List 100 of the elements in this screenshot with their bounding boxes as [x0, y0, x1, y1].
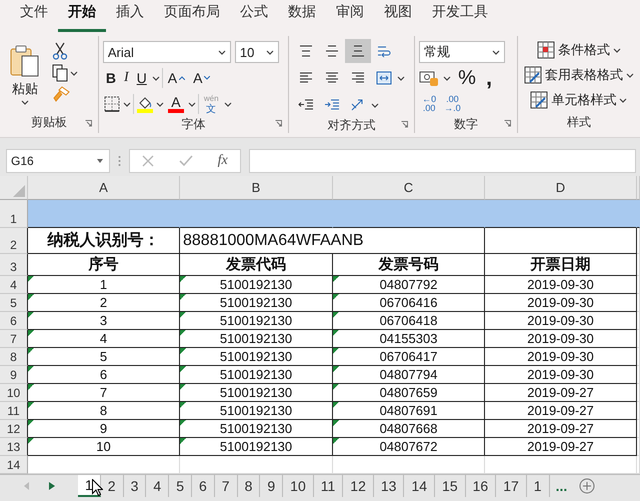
caret-icon[interactable]	[370, 102, 379, 108]
ribbon-tab[interactable]: 数据	[278, 2, 326, 32]
font-name-field[interactable]: Arial	[102, 41, 231, 63]
caret-icon[interactable]	[266, 50, 274, 54]
decrease-decimal-button[interactable]: .00 →.0	[441, 95, 464, 113]
caret-icon[interactable]	[443, 76, 452, 80]
caret-icon[interactable]	[152, 76, 160, 80]
row-header[interactable]: 5	[0, 294, 28, 312]
more-sheets-button[interactable]: ...	[550, 475, 574, 497]
row-header[interactable]: 8	[0, 348, 28, 366]
sheet-tab[interactable]: 3	[124, 475, 146, 497]
sheet-tab[interactable]: 1	[526, 475, 550, 497]
dialog-launcher-icon[interactable]	[504, 120, 511, 127]
column-header[interactable]: C	[333, 176, 485, 200]
ribbon-tab[interactable]: 审阅	[326, 2, 374, 32]
font-color-button[interactable]: A	[166, 93, 186, 115]
row-header[interactable]: 1	[0, 200, 28, 228]
insert-function-button[interactable]: fx	[218, 152, 228, 168]
font-size-field[interactable]: 10	[234, 41, 279, 63]
sheet-tab[interactable]: 13	[374, 475, 404, 497]
bottom-align-button[interactable]	[344, 39, 371, 63]
row-header[interactable]: 12	[0, 420, 28, 438]
phonetic-guide-button[interactable]: wén 文	[200, 93, 222, 115]
sheet-tab[interactable]: 9	[260, 475, 284, 497]
caret-icon[interactable]	[612, 48, 621, 52]
column-header[interactable]: B	[180, 176, 333, 200]
sheet-tab[interactable]: 5	[169, 475, 192, 497]
ribbon-tab[interactable]: 开发工具	[422, 2, 498, 32]
increase-font-size-button[interactable]: A	[164, 67, 188, 89]
comma-style-button[interactable]: ,	[482, 67, 496, 89]
sheet-tab[interactable]: 12	[343, 475, 374, 497]
sheet-tab[interactable]: 11	[314, 475, 344, 497]
caret-icon[interactable]	[21, 100, 29, 105]
scroll-right-icon[interactable]	[48, 482, 54, 490]
underline-button[interactable]: U	[134, 67, 150, 89]
row-header[interactable]: 11	[0, 402, 28, 420]
caret-icon[interactable]	[396, 76, 405, 80]
ribbon-tab[interactable]: 视图	[374, 2, 422, 32]
ribbon-tab[interactable]: 插入	[106, 2, 154, 32]
decrease-font-size-button[interactable]: A	[190, 67, 214, 89]
caret-icon[interactable]	[224, 102, 232, 106]
caret-icon[interactable]	[156, 102, 164, 106]
accounting-format-icon[interactable]	[419, 69, 440, 87]
row-header[interactable]: 7	[0, 330, 28, 348]
sheet-tab[interactable]: 10	[283, 475, 314, 497]
column-header[interactable]: A	[28, 176, 180, 200]
sheet-tab[interactable]: 6	[192, 475, 215, 497]
table-cell: 4	[28, 330, 180, 348]
copy-icon[interactable]	[52, 64, 68, 82]
ribbon-tab[interactable]: 文件	[10, 2, 58, 32]
italic-button[interactable]: I	[121, 67, 132, 89]
dialog-launcher-icon[interactable]	[274, 120, 282, 127]
sheet-tab[interactable]: 14	[404, 475, 436, 497]
caret-icon[interactable]	[70, 70, 78, 76]
style-menu-button[interactable]: 条件格式	[522, 38, 636, 62]
sheet-tab[interactable]: 15	[435, 475, 466, 497]
ribbon-tab[interactable]: 页面布局	[154, 2, 230, 32]
column-header[interactable]: D	[485, 176, 637, 200]
table-cell: 5100192130	[180, 312, 333, 330]
caret-icon[interactable]	[619, 98, 628, 102]
caret-icon[interactable]	[122, 102, 131, 106]
caret-icon[interactable]	[97, 158, 103, 162]
increase-decimal-button[interactable]: ←0 .00	[419, 95, 440, 113]
borders-icon[interactable]	[102, 95, 121, 113]
add-sheet-icon[interactable]	[579, 478, 596, 494]
sheet-tab[interactable]: 8	[238, 475, 260, 497]
row-header[interactable]: 4	[0, 276, 28, 294]
row-header[interactable]: 2	[0, 228, 28, 254]
sheet-tab[interactable]: 17	[496, 475, 527, 497]
table-cell: 06706418	[333, 312, 485, 330]
column-heading-cell: 发票号码	[333, 254, 485, 276]
fill-color-icon[interactable]	[136, 95, 154, 113]
row-header[interactable]: 9	[0, 366, 28, 384]
bold-button[interactable]: B	[102, 67, 119, 89]
check-icon[interactable]	[178, 154, 193, 166]
row-header[interactable]: 3	[0, 254, 28, 276]
dialog-launcher-icon[interactable]	[84, 120, 92, 127]
dialog-launcher-icon[interactable]	[401, 121, 408, 128]
name-box[interactable]: G16	[6, 148, 110, 172]
formula-field[interactable]	[249, 148, 636, 172]
caret-icon[interactable]	[218, 50, 226, 54]
number-format-field[interactable]: 常规	[419, 41, 506, 63]
ribbon-tab[interactable]: 公式	[230, 2, 278, 32]
sheet-tab[interactable]: 4	[146, 475, 170, 497]
sheet-tab[interactable]: 16	[466, 475, 496, 497]
row-header[interactable]: 14	[0, 456, 28, 474]
table-cell: 1	[28, 276, 180, 294]
scissors-icon[interactable]	[52, 42, 68, 60]
caret-icon[interactable]	[626, 72, 634, 78]
style-menu-button[interactable]: 套用表格格式	[522, 63, 636, 87]
sheet-tab[interactable]: 7	[214, 475, 238, 497]
paste-button[interactable]: 粘贴	[4, 38, 46, 111]
caret-icon[interactable]	[188, 102, 196, 106]
row-header[interactable]: 10	[0, 384, 28, 402]
row-header[interactable]: 6	[0, 312, 28, 330]
style-menu-button[interactable]: 单元格样式	[522, 88, 636, 112]
caret-icon[interactable]	[492, 50, 500, 54]
percent-button[interactable]: %	[455, 67, 479, 89]
table-cell: 2019-09-27	[485, 402, 637, 420]
row-header[interactable]: 13	[0, 438, 28, 456]
